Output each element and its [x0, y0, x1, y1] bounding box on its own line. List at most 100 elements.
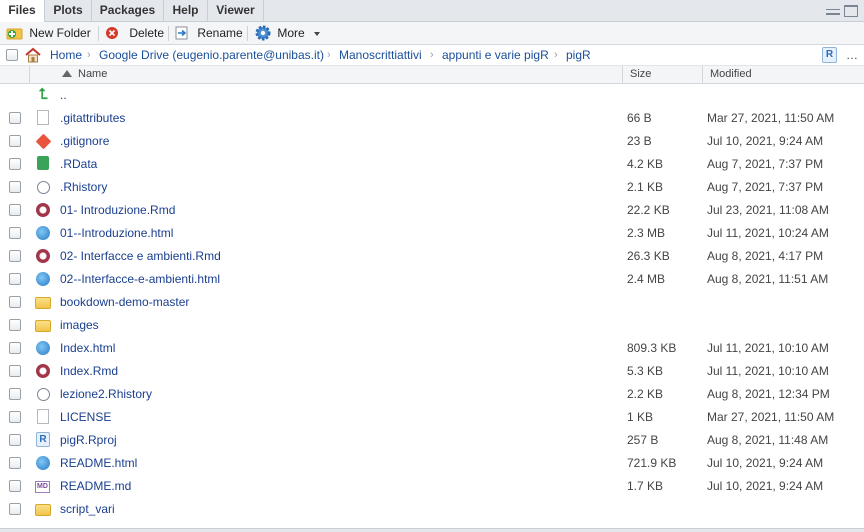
file-name-link[interactable]: pigR.Rproj — [60, 429, 117, 452]
more-path-options-icon[interactable]: … — [846, 45, 858, 66]
tab-viewer[interactable]: Viewer — [208, 0, 264, 22]
row-checkbox[interactable] — [9, 503, 21, 515]
row-checkbox[interactable] — [9, 365, 21, 377]
table-row[interactable]: bookdown-demo-master — [0, 291, 864, 314]
row-checkbox[interactable] — [9, 158, 21, 170]
go-to-project-directory-icon[interactable]: R — [822, 47, 837, 63]
row-checkbox[interactable] — [9, 181, 21, 193]
row-checkbox[interactable] — [9, 273, 21, 285]
breadcrumb-manoscrittiattivi[interactable]: Manoscrittiattivi — [339, 45, 422, 66]
rdata-icon — [37, 156, 49, 170]
row-checkbox[interactable] — [9, 204, 21, 216]
table-row[interactable]: lezione2.Rhistory 2.2 KB Aug 8, 2021, 12… — [0, 383, 864, 406]
row-checkbox[interactable] — [9, 411, 21, 423]
git-icon — [35, 133, 52, 150]
tab-files[interactable]: Files — [0, 0, 45, 23]
html-globe-icon — [36, 456, 50, 470]
table-row[interactable]: 01- Introduzione.Rmd 22.2 KB Jul 23, 202… — [0, 199, 864, 222]
file-size: 2.2 KB — [627, 387, 664, 401]
file-modified: Jul 11, 2021, 10:24 AM — [707, 226, 829, 240]
row-checkbox[interactable] — [9, 480, 21, 492]
breadcrumb-home[interactable]: Home — [50, 45, 82, 66]
row-checkbox[interactable] — [9, 457, 21, 469]
table-row[interactable]: 02--Interfacce-e-ambienti.html 2.4 MB Au… — [0, 268, 864, 291]
row-checkbox[interactable] — [9, 319, 21, 331]
file-name-link[interactable]: .Rhistory — [60, 176, 107, 199]
table-row[interactable]: 01--Introduzione.html 2.3 MB Jul 11, 202… — [0, 222, 864, 245]
file-name-link[interactable]: .gitignore — [60, 130, 109, 153]
more-menu-button[interactable]: More — [255, 22, 321, 45]
breadcrumb-pigr[interactable]: pigR — [566, 45, 591, 66]
row-checkbox[interactable] — [9, 434, 21, 446]
name-column-header[interactable]: Name — [62, 66, 107, 84]
file-name-link[interactable]: README.md — [60, 475, 131, 498]
rename-button[interactable]: Rename — [174, 22, 243, 45]
row-checkbox[interactable] — [9, 227, 21, 239]
parent-directory-row[interactable]: ⮤ .. — [0, 84, 864, 107]
select-all-checkbox[interactable] — [6, 49, 18, 61]
table-row[interactable]: images — [0, 314, 864, 337]
file-name-link[interactable]: lezione2.Rhistory — [60, 383, 152, 406]
breadcrumb-google-drive[interactable]: Google Drive (eugenio.parente@unibas.it) — [99, 45, 324, 66]
file-size: 2.4 MB — [627, 272, 666, 286]
file-name-link[interactable]: README.html — [60, 452, 137, 475]
table-row[interactable]: .RData 4.2 KB Aug 7, 2021, 7:37 PM — [0, 153, 864, 176]
file-name-link[interactable]: .RData — [60, 153, 97, 176]
history-icon — [37, 181, 50, 194]
file-name-link[interactable]: 02--Interfacce-e-ambienti.html — [60, 268, 220, 291]
parent-folder-arrow-icon: ⮤ — [38, 86, 48, 103]
row-checkbox[interactable] — [9, 388, 21, 400]
file-name-link[interactable]: 01- Introduzione.Rmd — [60, 199, 175, 222]
file-name-link[interactable]: Index.html — [60, 337, 115, 360]
maximize-pane-icon[interactable] — [844, 5, 858, 17]
file-size: 23 B — [627, 134, 652, 148]
table-row[interactable]: .Rhistory 2.1 KB Aug 7, 2021, 7:37 PM — [0, 176, 864, 199]
file-name-link[interactable]: 01--Introduzione.html — [60, 222, 173, 245]
parent-directory-link[interactable]: .. — [60, 84, 67, 107]
breadcrumb-separator-icon: › — [430, 49, 434, 61]
rproject-icon: R — [36, 432, 50, 447]
rmarkdown-icon — [36, 249, 50, 263]
delete-label: Delete — [129, 26, 165, 40]
file-name-link[interactable]: 02- Interfacce e ambienti.Rmd — [60, 245, 221, 268]
file-name-link[interactable]: LICENSE — [60, 406, 111, 429]
tab-help[interactable]: Help — [164, 0, 208, 22]
tab-packages[interactable]: Packages — [92, 0, 164, 22]
file-name-link[interactable]: bookdown-demo-master — [60, 291, 189, 314]
breadcrumb-appunti[interactable]: appunti e varie pigR — [442, 45, 549, 66]
table-row[interactable]: Index.Rmd 5.3 KB Jul 11, 2021, 10:10 AM — [0, 360, 864, 383]
modified-column-header[interactable]: Modified — [710, 66, 752, 84]
file-name-link[interactable]: script_vari — [60, 498, 115, 521]
minimize-pane-icon[interactable] — [826, 9, 840, 15]
row-checkbox[interactable] — [9, 250, 21, 262]
table-row[interactable]: README.html 721.9 KB Jul 10, 2021, 9:24 … — [0, 452, 864, 475]
row-checkbox[interactable] — [9, 342, 21, 354]
tab-plots[interactable]: Plots — [45, 0, 92, 22]
table-row[interactable]: R pigR.Rproj 257 B Aug 8, 2021, 11:48 AM — [0, 429, 864, 452]
pane-bottom-border — [0, 528, 864, 532]
table-row[interactable]: Index.html 809.3 KB Jul 11, 2021, 10:10 … — [0, 337, 864, 360]
file-size: 66 B — [627, 111, 652, 125]
column-divider — [622, 66, 623, 84]
table-row[interactable]: MD README.md 1.7 KB Jul 10, 2021, 9:24 A… — [0, 475, 864, 498]
table-row[interactable]: LICENSE 1 KB Mar 27, 2021, 11:50 AM — [0, 406, 864, 429]
table-row[interactable]: .gitattributes 66 B Mar 27, 2021, 11:50 … — [0, 107, 864, 130]
file-name-link[interactable]: Index.Rmd — [60, 360, 118, 383]
size-column-header[interactable]: Size — [630, 66, 651, 84]
table-row[interactable]: .gitignore 23 B Jul 10, 2021, 9:24 AM — [0, 130, 864, 153]
file-modified: Aug 7, 2021, 7:37 PM — [707, 157, 824, 171]
delete-button[interactable]: Delete — [105, 22, 164, 45]
table-row[interactable]: 02- Interfacce e ambienti.Rmd 26.3 KB Au… — [0, 245, 864, 268]
row-checkbox[interactable] — [9, 112, 21, 124]
file-name-link[interactable]: .gitattributes — [60, 107, 125, 130]
file-size: 4.2 KB — [627, 157, 664, 171]
new-folder-button[interactable]: New Folder — [6, 22, 91, 45]
breadcrumb-separator-icon: › — [554, 49, 558, 61]
home-icon[interactable] — [24, 47, 42, 63]
file-name-link[interactable]: images — [60, 314, 99, 337]
row-checkbox[interactable] — [9, 296, 21, 308]
table-row[interactable]: script_vari — [0, 498, 864, 521]
column-divider — [29, 66, 30, 84]
row-checkbox[interactable] — [9, 135, 21, 147]
markdown-icon: MD — [35, 481, 50, 493]
